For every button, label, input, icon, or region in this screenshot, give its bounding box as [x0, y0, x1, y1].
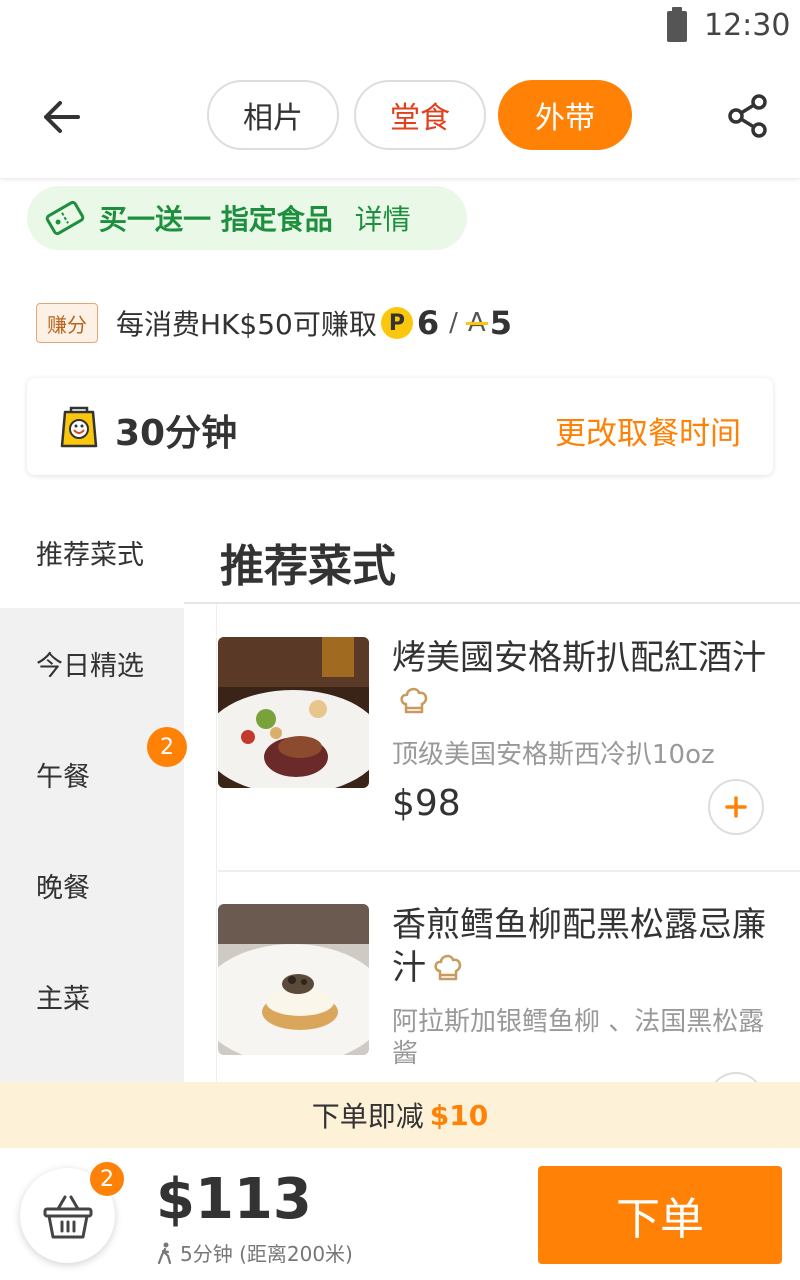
category-sidebar: 推荐菜式 今日精选 午餐 晚餐 主菜 [0, 497, 184, 1082]
back-arrow-icon [44, 101, 80, 133]
sidebar-item-dinner[interactable]: 晚餐 [0, 830, 184, 941]
section-title: 推荐菜式 [220, 541, 396, 592]
walking-icon [157, 1242, 172, 1264]
change-pickup-time-link[interactable]: 更改取餐时间 [555, 408, 741, 453]
discount-banner: 下单即减 $10 [0, 1082, 800, 1148]
earn-separator: / [449, 308, 458, 338]
discount-text: 下单即减 [311, 1100, 424, 1133]
share-icon [728, 94, 767, 138]
dish-description: 阿拉斯加银鳕鱼柳 、法国黑松露酱 [392, 1007, 765, 1069]
checkout-bar: 2 $113 5分钟 (距离200米) 下单 [0, 1148, 800, 1280]
dish-name: 烤美國安格斯扒配紅酒汁 [392, 637, 782, 723]
eta-text: 5分钟 (距离200米) [180, 1242, 353, 1266]
lunch-count-badge: 2 [147, 727, 187, 767]
status-bar: 12:30 [0, 0, 800, 56]
dish-name: 香煎鳕鱼柳配黑松露忌廉汁 [392, 905, 766, 988]
top-navbar: 相片 堂食 外带 [0, 56, 800, 178]
dish-photo-cod [218, 904, 369, 1055]
bag-icon [60, 406, 98, 448]
p-points-value: 6 [416, 304, 440, 342]
plus-icon [725, 796, 747, 818]
dish-description: 顶级美国安格斯西冷扒10oz [392, 740, 715, 770]
a-points-icon: A [465, 308, 488, 338]
discount-amount: $10 [429, 1098, 489, 1132]
cart-count-badge: 2 [88, 1160, 126, 1198]
place-order-button[interactable]: 下单 [538, 1166, 782, 1264]
pickup-time-card: 30分钟 更改取餐时间 [27, 378, 773, 475]
divider [216, 604, 217, 1082]
sidebar-item-today-picks[interactable]: 今日精选 [0, 608, 184, 719]
back-button[interactable] [34, 89, 90, 145]
tab-dine-in[interactable]: 堂食 [354, 80, 486, 150]
add-to-cart-button[interactable] [708, 779, 764, 835]
p-points-icon: P [380, 307, 413, 339]
a-points-value: 5 [489, 304, 512, 342]
chef-hat-icon [400, 687, 428, 714]
dish-item[interactable]: 香煎鳕鱼柳配黑松露忌廉汁 阿拉斯加银鳕鱼柳 、法国黑松露酱 [218, 904, 800, 1082]
add-to-cart-button[interactable] [708, 1072, 764, 1082]
share-button[interactable] [720, 84, 776, 148]
promo-details-link[interactable]: 详情 [355, 198, 411, 238]
tab-photos[interactable]: 相片 [207, 80, 339, 150]
sidebar-item-recommended[interactable]: 推荐菜式 [0, 497, 184, 608]
eta-row: 5分钟 (距离200米) [156, 1238, 353, 1267]
cart-total: $113 [156, 1167, 312, 1232]
dish-price: $98 [392, 783, 461, 824]
status-time: 12:30 [704, 8, 791, 43]
divider [184, 602, 800, 604]
divider [218, 870, 800, 872]
basket-icon [43, 1195, 92, 1238]
coupon-icon [45, 200, 85, 236]
dish-photo-steak [218, 637, 369, 788]
earn-badge: 赚分 [36, 303, 98, 343]
promo-text: 买一送一 指定食品 [99, 203, 333, 236]
pickup-time: 30分钟 [115, 413, 238, 454]
chef-hat-icon [434, 954, 462, 981]
sidebar-item-main-course[interactable]: 主菜 [0, 941, 184, 1052]
earn-points-row: 赚分 每消费HK$50可赚取 P 6 / A 5 [36, 302, 512, 344]
dish-item[interactable]: 烤美國安格斯扒配紅酒汁 顶级美国安格斯西冷扒10oz $98 [218, 637, 800, 847]
battery-icon [667, 7, 687, 42]
promo-banner[interactable]: 买一送一 指定食品 详情 [27, 186, 467, 250]
tab-takeaway[interactable]: 外带 [498, 80, 632, 150]
earn-text: 每消费HK$50可赚取 [116, 308, 377, 341]
